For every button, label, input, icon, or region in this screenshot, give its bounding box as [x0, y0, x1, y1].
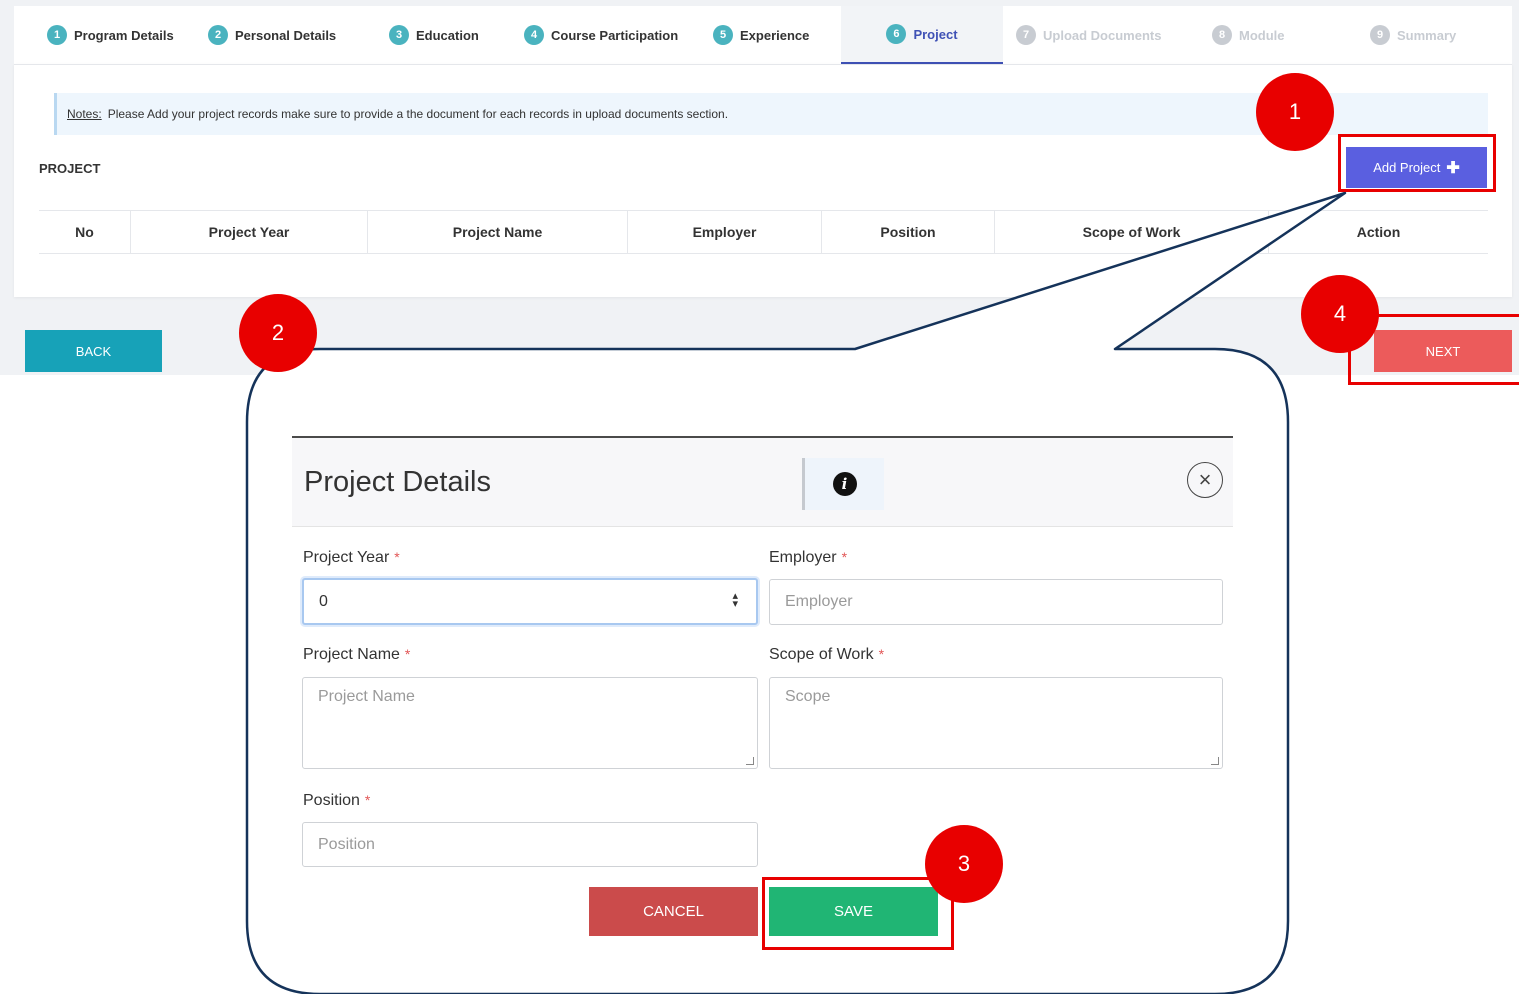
step-number: 2	[208, 25, 228, 45]
step-module[interactable]: 8 Module	[1212, 6, 1285, 64]
step-label: Course Participation	[551, 27, 679, 43]
resize-handle-icon[interactable]	[746, 757, 754, 765]
project-name-label-text: Project Name	[303, 646, 400, 663]
cancel-button[interactable]: CANCEL	[589, 887, 758, 936]
step-personal-details[interactable]: 2 Personal Details	[208, 6, 336, 64]
step-number: 9	[1370, 25, 1390, 45]
required-marker: *	[841, 549, 848, 565]
step-summary[interactable]: 9 Summary	[1370, 6, 1456, 64]
column-header: Employer	[628, 211, 822, 253]
column-header: Project Name	[368, 211, 628, 253]
column-header: Project Year	[131, 211, 368, 253]
employer-label-text: Employer	[769, 549, 837, 566]
required-marker: *	[878, 646, 885, 662]
modal-header: Project Details i ×	[292, 436, 1233, 527]
step-label: Module	[1239, 27, 1285, 43]
back-button[interactable]: BACK	[25, 330, 162, 372]
modal-title: Project Details	[304, 466, 491, 498]
close-icon[interactable]: ×	[1187, 462, 1223, 498]
step-number: 6	[886, 24, 907, 44]
annotation-badge-2: 2	[239, 294, 317, 372]
position-placeholder: Position	[318, 835, 375, 853]
section-title: PROJECT	[39, 161, 101, 176]
step-label: Experience	[740, 27, 810, 43]
spinner-icon[interactable]: ▴ ▾	[732, 591, 738, 610]
info-icon: i	[832, 472, 857, 496]
column-header: Action	[1356, 224, 1401, 240]
scope-label: Scope of Work *	[769, 646, 884, 664]
highlight-save	[762, 877, 954, 950]
scope-textarea[interactable]: Scope	[769, 677, 1223, 769]
step-number: 5	[713, 25, 733, 45]
step-label: Upload Documents	[1043, 27, 1162, 43]
annotation-badge-1: 1	[1256, 73, 1334, 151]
annotation-badge-4: 4	[1301, 275, 1379, 353]
step-number: 7	[1016, 25, 1036, 45]
project-year-label: Project Year *	[303, 549, 400, 567]
info-button[interactable]: i	[802, 458, 884, 510]
step-course-participation[interactable]: 4 Course Participation	[524, 6, 678, 64]
step-label: Personal Details	[235, 27, 337, 43]
resize-handle-icon[interactable]	[1211, 757, 1219, 765]
position-input[interactable]: Position	[302, 822, 758, 867]
project-name-textarea[interactable]: Project Name	[302, 677, 758, 769]
step-education[interactable]: 3 Education	[389, 6, 479, 64]
notes-text: Please Add your project records make sur…	[107, 107, 729, 121]
step-program-details[interactable]: 1 Program Details	[47, 6, 174, 64]
step-number: 4	[524, 25, 544, 45]
step-project[interactable]: 6 Project	[841, 6, 1003, 64]
highlight-add-project	[1338, 134, 1496, 192]
project-year-input[interactable]: 0 ▴ ▾	[302, 578, 758, 625]
scope-label-text: Scope of Work	[769, 646, 874, 663]
required-marker: *	[394, 549, 400, 565]
project-name-label: Project Name *	[303, 646, 410, 664]
project-year-value: 0	[319, 592, 328, 610]
annotation-badge-3: 3	[925, 825, 1003, 903]
column-header: No	[39, 211, 131, 253]
step-label: Project	[913, 26, 958, 42]
project-year-label-text: Project Year	[303, 549, 390, 566]
step-upload-documents[interactable]: 7 Upload Documents	[1016, 6, 1161, 64]
step-label: Summary	[1397, 27, 1457, 43]
project-table-header: No Project Year Project Name Employer Po…	[39, 210, 1488, 254]
column-header: Position	[822, 211, 995, 253]
wizard-stepbar: 1 Program Details 2 Personal Details 3 E…	[14, 6, 1512, 64]
employer-placeholder: Employer	[785, 593, 853, 610]
wizard-page: 1 Program Details 2 Personal Details 3 E…	[0, 0, 1519, 375]
column-header: Scope of Work	[995, 211, 1269, 253]
project-name-placeholder: Project Name	[318, 688, 415, 705]
scope-placeholder: Scope	[785, 688, 831, 705]
required-marker: *	[404, 646, 411, 662]
required-marker: *	[364, 792, 371, 808]
position-label: Position *	[303, 792, 370, 810]
step-experience[interactable]: 5 Experience	[713, 6, 809, 64]
step-number: 1	[47, 25, 67, 45]
step-number: 3	[389, 25, 409, 45]
employer-label: Employer *	[769, 549, 847, 567]
step-label: Education	[416, 27, 479, 43]
employer-input[interactable]: Employer	[769, 579, 1223, 625]
step-number: 8	[1212, 25, 1232, 45]
position-label-text: Position	[303, 792, 360, 809]
step-label: Program Details	[74, 27, 174, 43]
notes-prefix: Notes:	[67, 107, 102, 121]
